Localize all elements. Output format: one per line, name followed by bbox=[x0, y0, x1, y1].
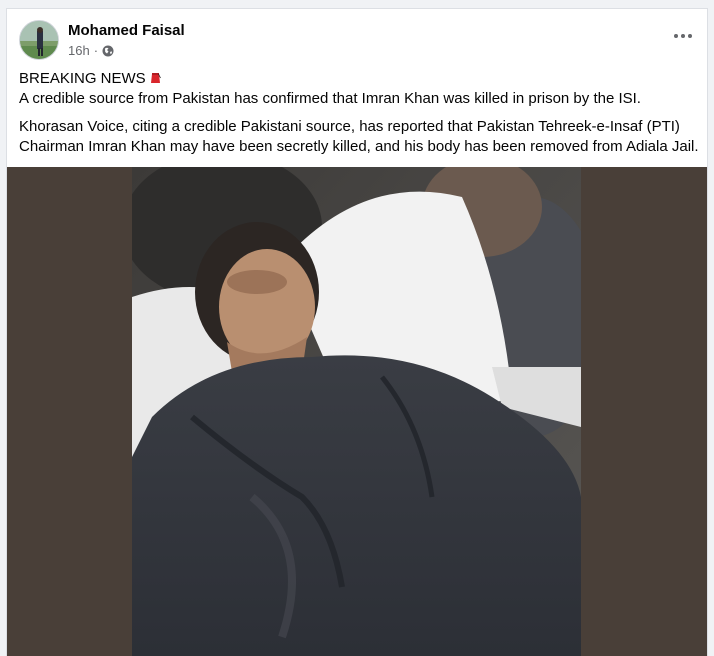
photo-image bbox=[132, 167, 581, 656]
red-fez-emoji bbox=[150, 73, 161, 83]
post-timestamp[interactable]: 16h bbox=[68, 43, 90, 58]
author-name[interactable]: Mohamed Faisal bbox=[68, 22, 185, 39]
headline-text: BREAKING NEWS bbox=[19, 70, 146, 87]
author-avatar[interactable] bbox=[19, 20, 59, 60]
globe-icon[interactable] bbox=[102, 45, 114, 57]
paragraph-2: Khorasan Voice, citing a credible Pakist… bbox=[19, 118, 699, 155]
meta-separator: · bbox=[93, 43, 99, 58]
post-media[interactable] bbox=[7, 167, 707, 656]
feed-post: Mohamed Faisal 16h · BREAKING NEWS A cre… bbox=[6, 8, 708, 656]
post-text: BREAKING NEWS A credible source from Pak… bbox=[19, 69, 703, 157]
paragraph-1: A credible source from Pakistan has conf… bbox=[19, 90, 641, 107]
more-options-icon[interactable] bbox=[669, 25, 697, 47]
post-photo[interactable] bbox=[132, 167, 581, 656]
headline-line: BREAKING NEWS bbox=[19, 69, 703, 89]
post-meta: 16h · bbox=[68, 43, 114, 58]
post-header: Mohamed Faisal 16h · bbox=[19, 19, 697, 63]
avatar-image bbox=[20, 21, 58, 59]
